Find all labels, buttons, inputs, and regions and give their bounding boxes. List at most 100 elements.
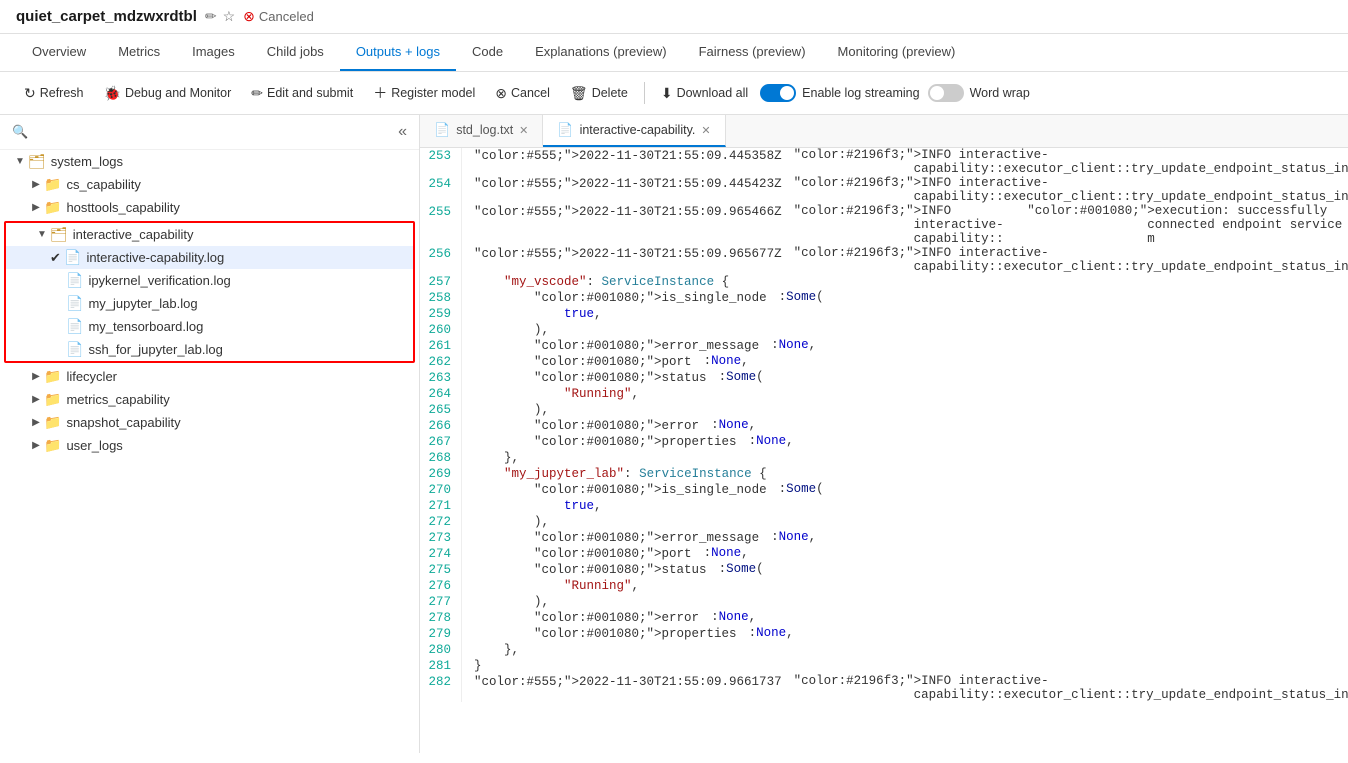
tree-item-cs-capability[interactable]: ▶ 📁 cs_capability <box>0 173 419 196</box>
cancel-button[interactable]: ⊗ Cancel <box>487 80 558 107</box>
tree-item-label: interactive-capability.log <box>86 250 224 265</box>
log-row: 267 "color:#001080;">properties: None, <box>420 434 1348 450</box>
debug-monitor-button[interactable]: 🐞 Debug and Monitor <box>96 80 240 107</box>
download-all-button[interactable]: ⬇ Download all <box>653 80 756 107</box>
line-number: 277 <box>420 594 462 610</box>
log-code: "color:#001080;">error <box>462 418 711 434</box>
tree-item-interactive-capability[interactable]: ▼ 🗂 interactive_capability <box>6 223 413 246</box>
tree-item-user-logs[interactable]: ▶ 📁 user_logs <box>0 434 419 457</box>
log-row: 269 "my_jupyter_lab": ServiceInstance { <box>420 466 1348 482</box>
tree-item-label: snapshot_capability <box>66 415 180 430</box>
tree-item-label: lifecycler <box>66 369 117 384</box>
line-number: 268 <box>420 450 462 466</box>
chevron-right-icon: ▶ <box>28 440 44 451</box>
log-row: 277 ), <box>420 594 1348 610</box>
edit-icon[interactable]: ✏ <box>205 8 217 25</box>
log-code: "color:#001080;">error_message <box>462 338 771 354</box>
log-row: 255 "color:#555;">2022-11-30T21:55:09.96… <box>420 204 1348 246</box>
tab-code[interactable]: Code <box>456 34 519 71</box>
tree-item-metrics-capability[interactable]: ▶ 📁 metrics_capability <box>0 388 419 411</box>
main-content: 🔍 « ▼ 🗂 system_logs ▶ 📁 cs_capability ▶ … <box>0 115 1348 753</box>
word-wrap-switch[interactable] <box>928 84 964 102</box>
line-number: 280 <box>420 642 462 658</box>
chevron-right-icon: ▶ <box>28 202 44 213</box>
log-content[interactable]: 253 "color:#555;">2022-11-30T21:55:09.44… <box>420 148 1348 753</box>
log-code: "color:#555;">2022-11-30T21:55:09.445358… <box>462 148 794 176</box>
refresh-label: Refresh <box>40 86 84 100</box>
folder-icon: 📁 <box>44 437 61 454</box>
log-streaming-knob <box>780 86 794 100</box>
download-all-label: Download all <box>677 86 749 100</box>
line-number: 272 <box>420 514 462 530</box>
log-row: 271 true, <box>420 498 1348 514</box>
log-row: 260 ), <box>420 322 1348 338</box>
nav-tabs: Overview Metrics Images Child jobs Outpu… <box>0 34 1348 72</box>
tree-item-lifecycler[interactable]: ▶ 📁 lifecycler <box>0 365 419 388</box>
tab-std-log[interactable]: 📄 std_log.txt ✕ <box>420 115 543 147</box>
log-row: 282 "color:#555;">2022-11-30T21:55:09.96… <box>420 674 1348 702</box>
tree-item-label: ssh_for_jupyter_lab.log <box>88 342 222 357</box>
star-icon[interactable]: ☆ <box>223 8 236 25</box>
tab-close-button[interactable]: ✕ <box>519 124 528 137</box>
log-row: 261 "color:#001080;">error_message: None… <box>420 338 1348 354</box>
tree-item-ipykernel-verification[interactable]: 📄 ipykernel_verification.log <box>6 269 413 292</box>
search-input[interactable] <box>34 125 392 140</box>
log-code: "color:#555;">2022-11-30T21:55:09.445423… <box>462 176 794 204</box>
header: quiet_carpet_mdzwxrdtbl ✏ ☆ ⊗ Canceled <box>0 0 1348 34</box>
file-icon: 📄 <box>66 272 83 289</box>
tree-item-ssh-for-jupyter-lab[interactable]: 📄 ssh_for_jupyter_lab.log <box>6 338 413 361</box>
tab-images[interactable]: Images <box>176 34 251 71</box>
log-code: "color:#555;">2022-11-30T21:55:09.965466… <box>462 204 794 246</box>
log-row: 273 "color:#001080;">error_message: None… <box>420 530 1348 546</box>
tab-monitoring[interactable]: Monitoring (preview) <box>822 34 972 71</box>
tree-item-label: my_tensorboard.log <box>88 319 203 334</box>
register-model-label: Register model <box>391 86 475 100</box>
file-icon: 📄 <box>66 341 83 358</box>
delete-button[interactable]: 🗑 Delete <box>562 80 636 107</box>
tab-interactive-capability[interactable]: 📄 interactive-capability. ✕ <box>543 115 725 147</box>
log-streaming-toggle: Enable log streaming <box>760 84 919 102</box>
tab-child-jobs[interactable]: Child jobs <box>251 34 340 71</box>
log-code: }, <box>462 450 531 466</box>
line-number: 255 <box>420 204 462 246</box>
log-row: 268 }, <box>420 450 1348 466</box>
cancel-icon: ⊗ <box>243 8 255 25</box>
log-code: }, <box>462 642 531 658</box>
tab-explanations[interactable]: Explanations (preview) <box>519 34 683 71</box>
tab-overview[interactable]: Overview <box>16 34 102 71</box>
log-code: ), <box>462 514 561 530</box>
edit-submit-button[interactable]: ✏ Edit and submit <box>243 80 361 107</box>
tree-item-snapshot-capability[interactable]: ▶ 📁 snapshot_capability <box>0 411 419 434</box>
refresh-button[interactable]: ↻ Refresh <box>16 80 92 107</box>
collapse-all-button[interactable]: « <box>398 123 407 141</box>
toolbar: ↻ Refresh 🐞 Debug and Monitor ✏ Edit and… <box>0 72 1348 115</box>
register-model-button[interactable]: ＋ Register model <box>365 78 483 108</box>
word-wrap-toggle: Word wrap <box>928 84 1030 102</box>
tab-metrics[interactable]: Metrics <box>102 34 176 71</box>
tree-item-my-jupyter-lab[interactable]: 📄 my_jupyter_lab.log <box>6 292 413 315</box>
log-row: 280 }, <box>420 642 1348 658</box>
log-viewer: 📄 std_log.txt ✕ 📄 interactive-capability… <box>420 115 1348 753</box>
log-row: 275 "color:#001080;">status: Some( <box>420 562 1348 578</box>
line-number: 265 <box>420 402 462 418</box>
tree-item-hosttools-capability[interactable]: ▶ 📁 hosttools_capability <box>0 196 419 219</box>
log-row: 276 "Running", <box>420 578 1348 594</box>
tree-item-system-logs[interactable]: ▼ 🗂 system_logs <box>0 150 419 173</box>
log-code: "color:#001080;">error_message <box>462 530 771 546</box>
log-row: 254 "color:#555;">2022-11-30T21:55:09.44… <box>420 176 1348 204</box>
log-streaming-switch[interactable] <box>760 84 796 102</box>
tree-item-my-tensorboard[interactable]: 📄 my_tensorboard.log <box>6 315 413 338</box>
line-number: 262 <box>420 354 462 370</box>
job-title: quiet_carpet_mdzwxrdtbl <box>16 8 197 25</box>
chevron-right-icon: ▶ <box>28 417 44 428</box>
file-icon: 📄 <box>66 318 83 335</box>
tab-fairness[interactable]: Fairness (preview) <box>683 34 822 71</box>
tab-close-button[interactable]: ✕ <box>701 124 710 137</box>
log-row: 259 true, <box>420 306 1348 322</box>
log-streaming-label: Enable log streaming <box>802 86 919 100</box>
tree-item-interactive-capability-log[interactable]: ✔ 📄 interactive-capability.log <box>6 246 413 269</box>
tab-outputs-logs[interactable]: Outputs + logs <box>340 34 456 71</box>
log-code: "color:#001080;">port <box>462 546 704 562</box>
log-code: "color:#001080;">status <box>462 370 719 386</box>
folder-icon: 📁 <box>44 414 61 431</box>
